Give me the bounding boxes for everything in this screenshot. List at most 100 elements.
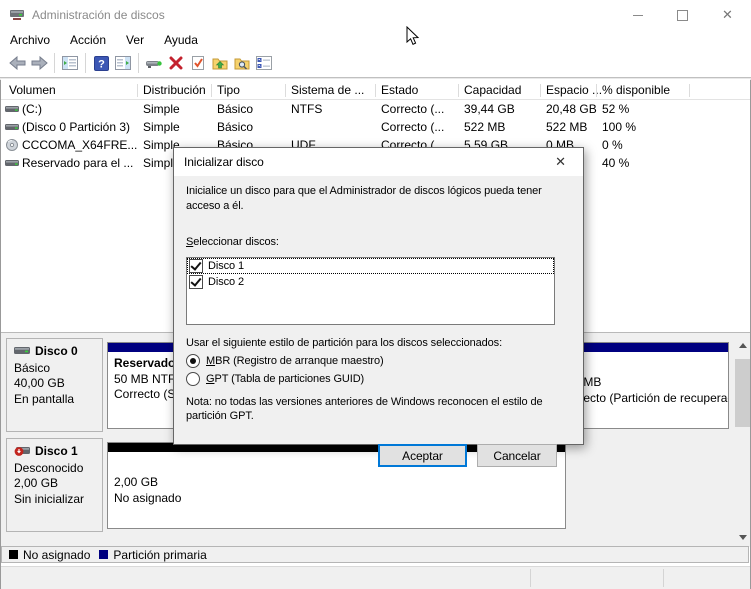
cell-volumen: (Disco 0 Partición 3) xyxy=(22,120,130,134)
help-icon[interactable]: ? xyxy=(90,53,112,73)
delete-icon[interactable] xyxy=(165,53,187,73)
toolbar: ? xyxy=(0,49,751,77)
header-divider[interactable] xyxy=(458,84,459,97)
folder-search-icon[interactable] xyxy=(231,53,253,73)
action-pane-icon[interactable] xyxy=(112,53,134,73)
device-status-icon[interactable] xyxy=(143,53,165,73)
cancel-button[interactable]: Cancelar xyxy=(477,444,557,467)
menu-ver[interactable]: Ver xyxy=(116,30,154,49)
cell-disponible: 0 % xyxy=(602,138,623,152)
menu-ayuda[interactable]: Ayuda xyxy=(154,30,208,49)
disk-option-1[interactable]: Disco 1 xyxy=(187,258,554,274)
mbr-option[interactable]: MBR (Registro de arranque maestro) xyxy=(186,354,384,368)
svg-text:?: ? xyxy=(98,58,105,70)
volume-row-part3[interactable]: (Disco 0 Partición 3) Simple Básico Corr… xyxy=(1,118,750,136)
cell-disponible: 40 % xyxy=(602,156,629,170)
legend-label: No asignado xyxy=(23,548,90,562)
show-console-tree-icon[interactable] xyxy=(59,53,81,73)
disk1-name: Disco 1 xyxy=(35,444,78,460)
vertical-scrollbar[interactable] xyxy=(735,337,750,546)
cell-sistema: NTFS xyxy=(291,102,322,116)
disk-error-icon xyxy=(14,445,31,457)
col-distribucion[interactable]: Distribución xyxy=(143,83,206,97)
col-tipo[interactable]: Tipo xyxy=(217,83,240,97)
dialog-message-line2: acceso a él. xyxy=(186,200,244,212)
dialog-title-bar: Inicializar disco ✕ xyxy=(174,148,583,176)
disk0-label[interactable]: Disco 0 Básico 40,00 GB En pantalla xyxy=(6,338,103,432)
scrollbar-thumb[interactable] xyxy=(735,359,750,427)
header-divider[interactable] xyxy=(375,84,376,97)
menu-bar: Archivo Acción Ver Ayuda xyxy=(0,30,751,50)
scroll-up-button[interactable] xyxy=(735,337,750,354)
cell-tipo: Básico xyxy=(217,120,253,134)
select-disks-rest: eleccionar discos: xyxy=(193,236,279,248)
partition-size: 50 MB NTF xyxy=(114,372,175,386)
arrow-up-icon xyxy=(739,343,747,348)
header-divider[interactable] xyxy=(211,84,212,97)
partition-status: Correcto (S xyxy=(114,387,175,401)
partition-style-label: Usar el siguiente estilo de partición pa… xyxy=(186,337,502,349)
checkbox-checked-icon[interactable] xyxy=(189,259,203,273)
col-disponible[interactable]: % disponible xyxy=(602,83,670,97)
partition-status: Correcto (Partición de recuperación) xyxy=(560,391,729,405)
legend-primary-partition: Partición primaria xyxy=(99,548,206,562)
header-divider[interactable] xyxy=(540,84,541,97)
scroll-down-button[interactable] xyxy=(735,529,750,546)
unallocated-swatch xyxy=(9,550,18,559)
initialize-disk-dialog: Inicializar disco ✕ Inicialice un disco … xyxy=(173,147,584,445)
cell-tipo: Básico xyxy=(217,102,253,116)
legend-bar: No asignado Partición primaria xyxy=(1,546,749,563)
disk-icon xyxy=(14,345,31,357)
col-capacidad[interactable]: Capacidad xyxy=(464,83,521,97)
menu-archivo[interactable]: Archivo xyxy=(0,30,60,49)
checkbox-checked-icon[interactable] xyxy=(189,275,203,289)
cell-espacio: 522 MB xyxy=(546,120,587,134)
disk0-status: En pantalla xyxy=(14,392,74,406)
minimize-icon xyxy=(633,15,643,16)
back-icon[interactable] xyxy=(6,53,28,73)
app-icon xyxy=(9,7,25,23)
disk1-type: Desconocido xyxy=(14,461,83,475)
partition-size: 2,00 GB xyxy=(114,475,158,489)
disk-option-label: Disco 2 xyxy=(208,276,244,288)
col-volumen[interactable]: Volumen xyxy=(9,83,56,97)
maximize-button[interactable] xyxy=(660,1,705,29)
checklist-icon[interactable] xyxy=(253,53,275,73)
header-divider[interactable] xyxy=(596,84,597,97)
radio-unselected-icon[interactable] xyxy=(186,372,200,386)
folder-up-icon[interactable] xyxy=(209,53,231,73)
dialog-close-button[interactable]: ✕ xyxy=(538,148,583,176)
disk-option-2[interactable]: Disco 2 xyxy=(187,274,554,290)
close-icon: ✕ xyxy=(555,154,566,170)
status-bar xyxy=(1,566,750,589)
check-document-icon[interactable] xyxy=(187,53,209,73)
gpt-option[interactable]: GPT (Tabla de particiones GUID) xyxy=(186,372,364,386)
header-divider[interactable] xyxy=(137,84,138,97)
disk1-label[interactable]: Disco 1 Desconocido 2,00 GB Sin iniciali… xyxy=(6,438,103,532)
gpt-option-label: GPT (Tabla de particiones GUID) xyxy=(206,373,364,385)
disk-listbox[interactable]: Disco 1 Disco 2 xyxy=(186,257,555,325)
mbr-accel: M xyxy=(206,355,215,367)
close-button[interactable]: ✕ xyxy=(705,1,750,29)
dialog-message-line1: Inicialice un disco para que el Administ… xyxy=(186,185,542,197)
radio-selected-icon[interactable] xyxy=(186,354,200,368)
header-divider[interactable] xyxy=(285,84,286,97)
maximize-icon xyxy=(677,10,688,21)
header-divider[interactable] xyxy=(689,84,690,97)
legend-unallocated: No asignado xyxy=(9,548,90,562)
forward-icon[interactable] xyxy=(28,53,50,73)
volume-row-c[interactable]: (C:) Simple Básico NTFS Correcto (... 39… xyxy=(1,100,750,118)
col-estado[interactable]: Estado xyxy=(381,83,418,97)
menu-accion[interactable]: Acción xyxy=(60,30,116,49)
minimize-button[interactable] xyxy=(615,1,660,29)
cd-icon xyxy=(5,139,20,151)
col-sistema[interactable]: Sistema de ... xyxy=(291,83,364,97)
col-espacio[interactable]: Espacio ... xyxy=(546,83,602,97)
disk-option-label: Disco 1 xyxy=(208,260,244,272)
cell-capacidad: 39,44 GB xyxy=(464,102,515,116)
volume-list-header: Volumen Distribución Tipo Sistema de ...… xyxy=(1,82,750,100)
close-icon: ✕ xyxy=(722,7,733,23)
title-bar: Administración de discos ✕ xyxy=(0,0,751,30)
dialog-title: Inicializar disco xyxy=(184,155,264,169)
accept-button[interactable]: Aceptar xyxy=(378,444,467,467)
